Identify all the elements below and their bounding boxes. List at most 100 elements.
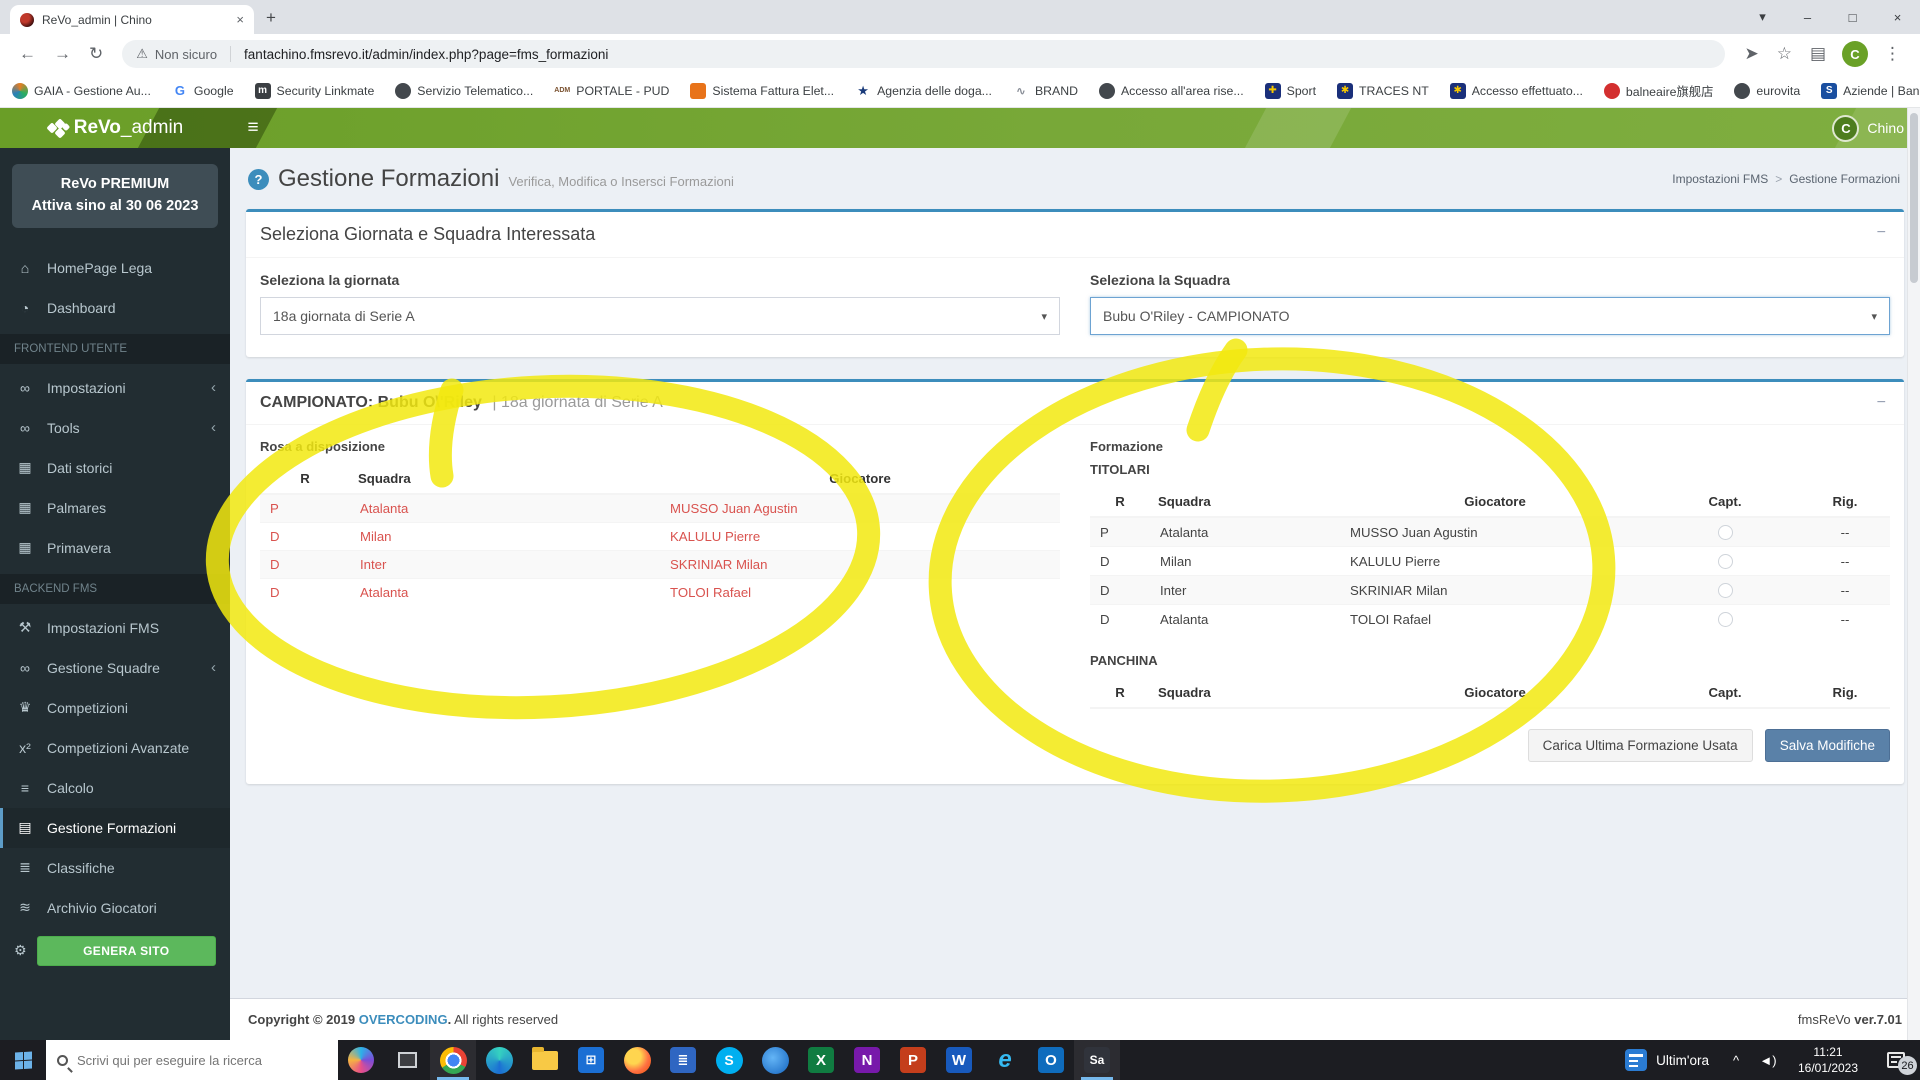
captain-radio[interactable] <box>1717 612 1733 628</box>
overcoding-link[interactable]: OVERCODING <box>359 1012 448 1027</box>
url-text[interactable]: fantachino.fmsrevo.it/admin/index.php?pa… <box>244 47 608 62</box>
squadra-select[interactable]: Bubu O'Riley - CAMPIONATO ▾ <box>1090 297 1890 335</box>
taskbar-app[interactable]: ≣ <box>660 1040 706 1080</box>
taskbar-powerpoint[interactable]: P <box>890 1040 936 1080</box>
salva-modifiche-button[interactable]: Salva Modifiche <box>1764 729 1890 763</box>
news-widget[interactable]: Ultim'ora <box>1614 1040 1720 1080</box>
browser-tab[interactable]: ReVo_admin | Chino × <box>10 5 254 34</box>
bookmark-banca-sella[interactable]: SAziende | Banca Sella <box>1821 82 1920 99</box>
brand-favicon-icon: ∿ <box>1015 83 1026 98</box>
new-tab-button[interactable]: + <box>266 8 276 28</box>
back-icon[interactable]: ← <box>19 44 36 64</box>
tray-expand-icon[interactable]: ^ <box>1720 1053 1752 1068</box>
address-bar[interactable]: ⚠ Non sicuro fantachino.fmsrevo.it/admin… <box>122 40 1726 68</box>
sidebar-item-dashboard[interactable]: ◔ Dashboard <box>0 288 230 328</box>
sidebar-item-impostazioni-fms[interactable]: ⚒ Impostazioni FMS <box>0 608 230 648</box>
sidebar-item-calcolo[interactable]: ≡ Calcolo <box>0 768 230 808</box>
bookmark-traces-nt[interactable]: ✱ TRACES NT <box>1337 82 1429 99</box>
taskbar-search[interactable] <box>46 1040 338 1080</box>
share-icon[interactable]: ➤ <box>1744 44 1758 64</box>
carica-formazione-button[interactable]: Carica Ultima Formazione Usata <box>1527 729 1753 763</box>
bookmark-brand[interactable]: ∿ BRAND <box>1013 83 1078 99</box>
taskbar-word[interactable]: W <box>936 1040 982 1080</box>
collapse-icon[interactable]: − <box>1871 222 1892 244</box>
sidebar-item-tools[interactable]: ∞ Tools ‹ <box>0 408 230 448</box>
rosa-row[interactable]: D Inter SKRINIAR Milan <box>260 550 1060 579</box>
bookmark-portale-pud[interactable]: ADM PORTALE - PUD <box>554 83 669 99</box>
captain-radio[interactable] <box>1717 525 1733 541</box>
bookmark-sport[interactable]: ✚ Sport <box>1264 82 1316 99</box>
task-view-button[interactable] <box>384 1040 430 1080</box>
security-label[interactable]: Non sicuro <box>155 47 217 62</box>
sidebar-item-primavera[interactable]: ▦ Primavera <box>0 528 230 568</box>
cortana-button[interactable] <box>338 1040 384 1080</box>
giornata-select[interactable]: 18a giornata di Serie A ▾ <box>260 297 1060 335</box>
taskbar-store[interactable]: ⊞ <box>568 1040 614 1080</box>
reload-icon[interactable]: ↻ <box>89 44 103 64</box>
sidebar-toggle-button[interactable]: ≡ <box>230 108 276 148</box>
collapse-icon[interactable]: − <box>1871 392 1892 414</box>
sidebar-item-dati-storici[interactable]: ▦ Dati storici <box>0 448 230 488</box>
search-input[interactable] <box>77 1052 307 1068</box>
taskbar-sa-app[interactable]: Sa <box>1074 1040 1120 1080</box>
bookmark-star-icon[interactable]: ☆ <box>1777 44 1792 64</box>
chevron-left-icon: ‹ <box>211 379 216 396</box>
taskbar-thunderbird[interactable] <box>752 1040 798 1080</box>
bookmark-accesso-area[interactable]: Accesso all'area rise... <box>1098 82 1244 99</box>
captain-radio[interactable] <box>1717 583 1733 599</box>
tab-search-icon[interactable]: ▾ <box>1740 9 1785 25</box>
bookmark-gaia[interactable]: GAIA - Gestione Au... <box>12 82 151 99</box>
taskbar-internet-explorer[interactable]: e <box>982 1040 1028 1080</box>
taskbar-chrome[interactable] <box>430 1040 476 1080</box>
sidebar-item-archivio-giocatori[interactable]: ≋ Archivio Giocatori <box>0 888 230 928</box>
taskbar-skype[interactable]: S <box>706 1040 752 1080</box>
taskbar-edge[interactable] <box>476 1040 522 1080</box>
bookmark-eurovita[interactable]: eurovita <box>1734 82 1800 99</box>
taskbar-clock[interactable]: 11:21 16/01/2023 <box>1784 1044 1872 1076</box>
sidebar-item-competizioni-avanzate[interactable]: x² Competizioni Avanzate <box>0 728 230 768</box>
tab-close-icon[interactable]: × <box>236 12 244 27</box>
scrollbar-thumb[interactable] <box>1910 113 1918 283</box>
side-panel-icon[interactable]: ▤ <box>1810 44 1826 64</box>
minimize-button[interactable]: – <box>1785 10 1830 25</box>
rosa-row[interactable]: P Atalanta MUSSO Juan Agustin <box>260 493 1060 523</box>
bookmark-security-linkmate[interactable]: m Security Linkmate <box>254 82 374 99</box>
bookmark-sistema-fattura[interactable]: Sistema Fattura Elet... <box>690 82 834 99</box>
forward-icon[interactable]: → <box>54 44 71 64</box>
sidebar-item-impostazioni[interactable]: ∞ Impostazioni ‹ <box>0 368 230 408</box>
taskbar-excel[interactable]: X <box>798 1040 844 1080</box>
notification-center-button[interactable]: 26 <box>1872 1040 1920 1080</box>
app-footer: Copyright © 2019 OVERCODING. All rights … <box>230 998 1920 1040</box>
genera-sito-button[interactable]: GENERA SITO <box>36 935 216 966</box>
sidebar-item-classifiche[interactable]: ≣ Classifiche <box>0 848 230 888</box>
breadcrumb-current: Gestione Formazioni <box>1789 172 1900 186</box>
taskbar-onenote[interactable]: N <box>844 1040 890 1080</box>
windows-taskbar: ⊞ ≣ S X N P W e O Sa Ultim'ora ^ ◄) 11:2… <box>0 1040 1920 1080</box>
sidebar-item-gestione-formazioni[interactable]: ▤ Gestione Formazioni <box>0 807 230 848</box>
bookmark-google[interactable]: G Google <box>172 83 234 99</box>
sidebar-item-homepage-lega[interactable]: ⌂ HomePage Lega <box>0 248 230 288</box>
rosa-row[interactable]: D Atalanta TOLOI Rafael <box>260 578 1060 606</box>
help-icon[interactable]: ? <box>248 168 269 190</box>
sidebar-item-palmares[interactable]: ▦ Palmares <box>0 488 230 528</box>
app-logo[interactable]: ReVo_admin <box>0 117 230 139</box>
bookmark-servizio-telematico[interactable]: Servizio Telematico... <box>395 82 533 99</box>
sidebar-item-competizioni[interactable]: ♛ Competizioni <box>0 688 230 728</box>
taskbar-outlook[interactable]: O <box>1028 1040 1074 1080</box>
maximize-button[interactable]: □ <box>1830 10 1875 25</box>
browser-menu-icon[interactable]: ⋮ <box>1884 44 1901 64</box>
captain-radio[interactable] <box>1717 554 1733 570</box>
taskbar-firefox[interactable] <box>614 1040 660 1080</box>
browser-profile-avatar[interactable]: C <box>1842 41 1868 67</box>
bookmark-agenzia-dogane[interactable]: ★ Agenzia delle doga... <box>855 83 992 99</box>
breadcrumb-parent[interactable]: Impostazioni FMS <box>1672 172 1768 186</box>
speaker-icon[interactable]: ◄) <box>1752 1053 1784 1068</box>
bookmark-balneaire[interactable]: balneaire旗舰店 <box>1603 82 1713 100</box>
rosa-row[interactable]: D Milan KALULU Pierre <box>260 522 1060 551</box>
taskbar-file-explorer[interactable] <box>522 1040 568 1080</box>
bookmark-accesso-effettuato[interactable]: ✱ Accesso effettuato... <box>1449 82 1583 99</box>
sidebar-item-gestione-squadre[interactable]: ∞ Gestione Squadre ‹ <box>0 648 230 688</box>
start-button[interactable] <box>0 1040 46 1080</box>
page-scrollbar[interactable] <box>1907 108 1920 1040</box>
close-button[interactable]: × <box>1875 10 1920 25</box>
